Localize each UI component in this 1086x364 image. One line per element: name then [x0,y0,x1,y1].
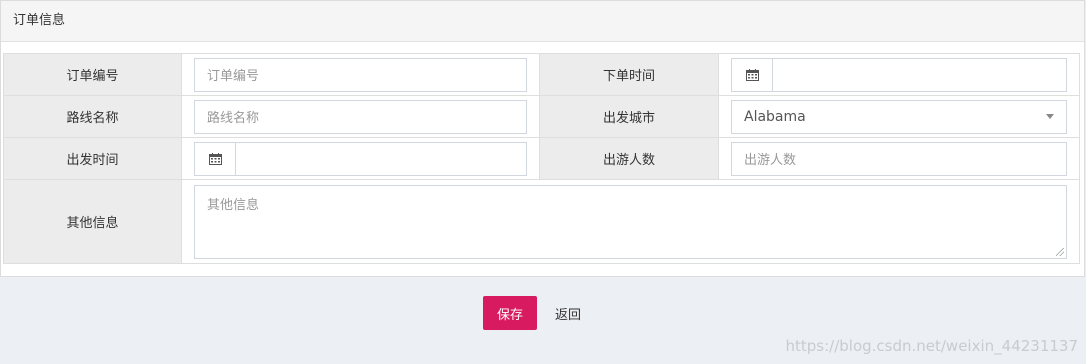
order-info-panel: 订单信息 订单编号 订单编号 下单时间 路线名称 路线名称 出发城市 Alaba… [0,0,1085,277]
order-no-input[interactable]: 订单编号 [194,57,527,92]
watermark: https://blog.csdn.net/weixin_44231137 [785,337,1078,355]
calendar-icon[interactable] [195,142,236,175]
resize-handle-icon[interactable] [1056,247,1064,256]
travelers-input[interactable]: 出游人数 [731,141,1067,176]
form-row: 订单编号 订单编号 下单时间 [3,53,1080,96]
order-time-input[interactable] [773,59,1066,91]
back-button[interactable]: 返回 [548,296,588,330]
form-row: 路线名称 路线名称 出发城市 Alabama [3,95,1080,138]
depart-time-picker[interactable] [194,141,527,176]
depart-city-select[interactable]: Alabama [731,99,1067,134]
route-name-label: 路线名称 [3,95,182,138]
depart-time-label: 出发时间 [3,137,182,180]
travelers-label: 出游人数 [539,137,719,180]
order-form-table: 订单编号 订单编号 下单时间 路线名称 路线名称 出发城市 Alabama 出发… [3,53,1080,264]
chevron-down-icon[interactable] [1046,114,1054,119]
order-no-label: 订单编号 [3,53,182,96]
route-name-input[interactable]: 路线名称 [194,99,527,134]
depart-time-input[interactable] [236,143,526,175]
other-info-placeholder: 其他信息 [207,197,260,213]
save-button[interactable]: 保存 [483,296,537,330]
calendar-icon[interactable] [732,58,773,91]
form-row: 出发时间 出游人数 出游人数 [3,137,1080,180]
form-row: 其他信息 其他信息 [3,179,1080,264]
depart-city-value: Alabama [744,108,806,125]
other-info-textarea[interactable]: 其他信息 [194,184,1067,259]
order-time-label: 下单时间 [539,53,719,96]
order-time-picker[interactable] [731,57,1067,92]
depart-city-label: 出发城市 [539,95,719,138]
other-info-label: 其他信息 [3,179,182,264]
panel-title: 订单信息 [1,0,1084,42]
